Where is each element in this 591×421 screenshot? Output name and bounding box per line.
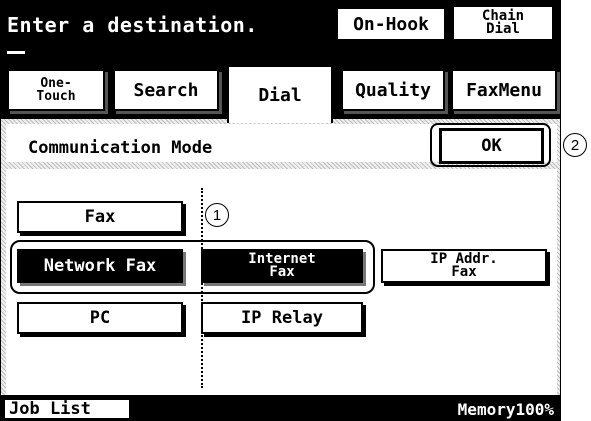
ip-addr-fax-line2: Fax: [451, 264, 477, 280]
chain-dial-label-line2: Dial: [486, 21, 520, 37]
mode-title: Communication Mode: [28, 138, 213, 158]
input-cursor: [7, 51, 25, 54]
tab-faxmenu[interactable]: FaxMenu: [451, 69, 557, 111]
fax-screen: Enter a destination. On-Hook Chain Dial …: [0, 0, 561, 421]
job-list-button[interactable]: Job List: [3, 398, 131, 420]
callout-1-highlight: [10, 240, 375, 294]
message-bar: Enter a destination. On-Hook Chain Dial: [1, 1, 560, 61]
tab-one-touch-line2: Touch: [36, 89, 76, 104]
callout-2-highlight: [430, 123, 551, 167]
tab-quality[interactable]: Quality: [341, 69, 445, 111]
destination-prompt: Enter a destination.: [7, 13, 258, 37]
memory-status: Memory100%: [457, 400, 554, 419]
tab-dial[interactable]: Dial: [227, 65, 333, 123]
ip-relay-mode-button[interactable]: IP Relay: [201, 302, 363, 334]
ip-addr-fax-mode-button[interactable]: IP Addr. Fax: [381, 249, 547, 283]
pc-mode-button[interactable]: PC: [17, 302, 183, 334]
chain-dial-button[interactable]: Chain Dial: [452, 5, 554, 41]
tab-search[interactable]: Search: [113, 69, 219, 111]
fax-mode-button[interactable]: Fax: [17, 201, 183, 233]
tab-one-touch[interactable]: One- Touch: [7, 69, 105, 111]
callout-2-marker: 2: [563, 133, 587, 157]
callout-1-marker: 1: [205, 203, 229, 227]
tab-bar: One- Touch Search Dial Quality FaxMenu: [1, 61, 560, 123]
on-hook-button[interactable]: On-Hook: [336, 7, 446, 41]
